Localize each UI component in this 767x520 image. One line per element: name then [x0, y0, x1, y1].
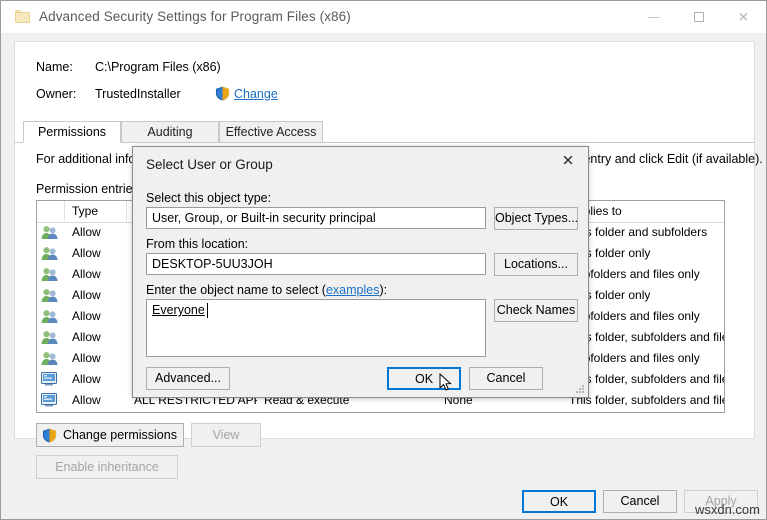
tab-auditing[interactable]: Auditing: [121, 121, 219, 143]
computer-icon: [37, 390, 65, 411]
change-permissions-label: Change permissions: [63, 428, 177, 442]
cell-type: Allow: [72, 351, 101, 365]
object-name-label-post: ):: [379, 283, 388, 297]
tab-strip: Permissions Auditing Effective Access: [15, 121, 754, 143]
object-name-textarea[interactable]: Everyone: [146, 299, 486, 357]
location-label: From this location:: [146, 237, 249, 251]
object-name-value: Everyone: [152, 303, 205, 317]
check-names-button[interactable]: Check Names: [494, 299, 578, 322]
object-type-input[interactable]: User, Group, or Built-in security princi…: [146, 207, 486, 229]
column-header-icon[interactable]: [37, 201, 65, 221]
name-label: Name:: [36, 60, 73, 74]
cell-type: Allow: [72, 288, 101, 302]
column-header-type[interactable]: Type: [65, 201, 127, 221]
cell-type: Allow: [72, 267, 101, 281]
users-icon: [37, 306, 65, 327]
view-button[interactable]: View: [191, 423, 261, 447]
location-input[interactable]: DESKTOP-5UU3JOH: [146, 253, 486, 275]
folder-icon: [15, 10, 30, 23]
dialog-cancel-button[interactable]: Cancel: [469, 367, 543, 390]
users-icon: [37, 222, 65, 243]
text-caret: [207, 303, 208, 318]
tab-permissions[interactable]: Permissions: [23, 121, 121, 143]
cell-type: Allow: [72, 246, 101, 260]
title-bar: Advanced Security Settings for Program F…: [1, 1, 766, 34]
cell-type: Allow: [72, 309, 101, 323]
close-button[interactable]: ✕: [721, 1, 766, 32]
users-icon: [37, 264, 65, 285]
maximize-button[interactable]: [676, 1, 721, 32]
minimize-icon: [647, 16, 660, 18]
name-value: C:\Program Files (x86): [95, 60, 221, 74]
computer-icon: [37, 369, 65, 390]
close-icon: ✕: [561, 152, 575, 170]
users-icon: [37, 285, 65, 306]
examples-link[interactable]: examples: [326, 283, 380, 297]
cell-type: Allow: [72, 330, 101, 344]
resize-grip-icon[interactable]: [576, 385, 585, 394]
minimize-button[interactable]: [631, 1, 676, 32]
advanced-button[interactable]: Advanced...: [146, 367, 230, 390]
window-title: Advanced Security Settings for Program F…: [39, 9, 351, 24]
select-user-or-group-dialog: Select User or Group ✕ Select this objec…: [132, 146, 589, 398]
change-permissions-button[interactable]: Change permissions: [36, 423, 184, 447]
cell-type: Allow: [72, 372, 101, 386]
owner-label: Owner:: [36, 87, 77, 101]
shield-icon: [42, 428, 57, 443]
cancel-button[interactable]: Cancel: [603, 490, 677, 513]
object-type-label: Select this object type:: [146, 191, 272, 205]
change-owner-link[interactable]: Change: [234, 87, 278, 101]
object-types-button[interactable]: Object Types...: [494, 207, 578, 230]
enable-inheritance-button[interactable]: Enable inheritance: [36, 455, 178, 479]
watermark-url: wsxdn.com: [694, 502, 760, 517]
users-icon: [37, 348, 65, 369]
locations-button[interactable]: Locations...: [494, 253, 578, 276]
close-icon: ✕: [738, 9, 749, 24]
advanced-security-settings-window: Advanced Security Settings for Program F…: [0, 0, 767, 520]
owner-value: TrustedInstaller: [95, 87, 181, 101]
maximize-icon: [693, 11, 704, 22]
shield-icon: [215, 86, 230, 101]
tab-effective-access[interactable]: Effective Access: [219, 121, 323, 143]
object-name-label: Enter the object name to select (example…: [146, 283, 387, 297]
dialog-ok-button[interactable]: OK: [387, 367, 461, 390]
dialog-title: Select User or Group: [146, 157, 273, 172]
cell-type: Allow: [72, 225, 101, 239]
cell-type: Allow: [72, 393, 101, 407]
users-icon: [37, 243, 65, 264]
ok-button[interactable]: OK: [522, 490, 596, 513]
permission-entries-label: Permission entries:: [36, 182, 143, 196]
dialog-close-button[interactable]: ✕: [548, 147, 588, 175]
object-name-label-pre: Enter the object name to select (: [146, 283, 326, 297]
users-icon: [37, 327, 65, 348]
